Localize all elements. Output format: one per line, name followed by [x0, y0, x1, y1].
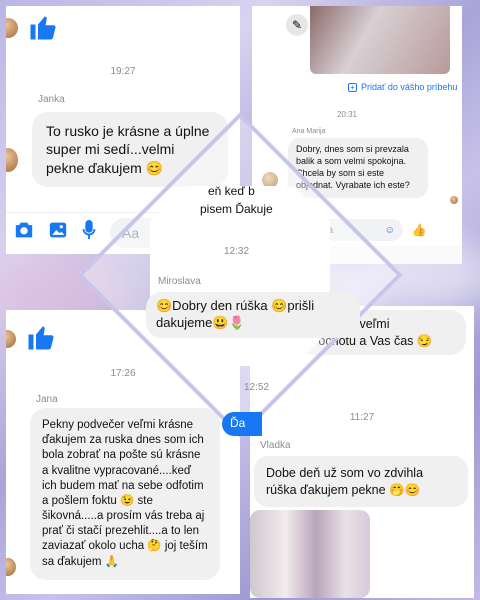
- avatar: [6, 148, 18, 172]
- timestamp: 12:32: [224, 246, 250, 257]
- add-story-button[interactable]: + Pridať do vášho príbehu: [348, 82, 457, 92]
- avatar: [6, 330, 16, 348]
- like-icon: [28, 12, 58, 48]
- avatar: [6, 18, 18, 38]
- timestamp: 12:52: [244, 382, 270, 393]
- avatar: [450, 196, 458, 204]
- center-fragment-top-2: pisem Ďakuje: [200, 202, 273, 216]
- shared-photo: [250, 510, 370, 598]
- message-bubble-sent-partial: Ďa: [222, 412, 262, 436]
- sender-name: Ana Marija: [292, 128, 326, 135]
- add-story-label: Pridať do vášho príbehu: [361, 82, 458, 92]
- timestamp: 19:27: [110, 66, 136, 77]
- timestamp: 20:31: [336, 110, 358, 119]
- edit-icon[interactable]: ✎: [286, 14, 308, 36]
- microphone-icon[interactable]: [82, 220, 96, 245]
- like-icon: [26, 322, 56, 358]
- message-bubble: Dobe deň už som vo zdvihla rúška ďakujem…: [254, 456, 468, 507]
- add-icon: +: [348, 82, 357, 92]
- like-icon[interactable]: 👍: [412, 223, 427, 237]
- avatar: [6, 558, 16, 576]
- center-fragment-top-1: eň keď b: [208, 184, 255, 198]
- sender-name: Janka: [38, 94, 65, 105]
- timestamp: 11:27: [349, 412, 375, 423]
- shared-photo: [310, 6, 450, 74]
- message-bubble: 😊Dobry den rúška 😊prišli dakujeme😃🌷: [146, 292, 360, 338]
- sender-name: Miroslava: [158, 276, 201, 287]
- emoji-icon[interactable]: ☺: [385, 225, 395, 236]
- image-icon[interactable]: [48, 221, 68, 244]
- sent-text: Ďa: [230, 416, 246, 430]
- camera-icon[interactable]: [14, 221, 34, 244]
- message-bubble: Pekny podvečer veľmi krásne ďakujem za r…: [30, 408, 220, 580]
- sender-name: Vladka: [260, 440, 291, 451]
- sender-name: Jana: [36, 394, 58, 405]
